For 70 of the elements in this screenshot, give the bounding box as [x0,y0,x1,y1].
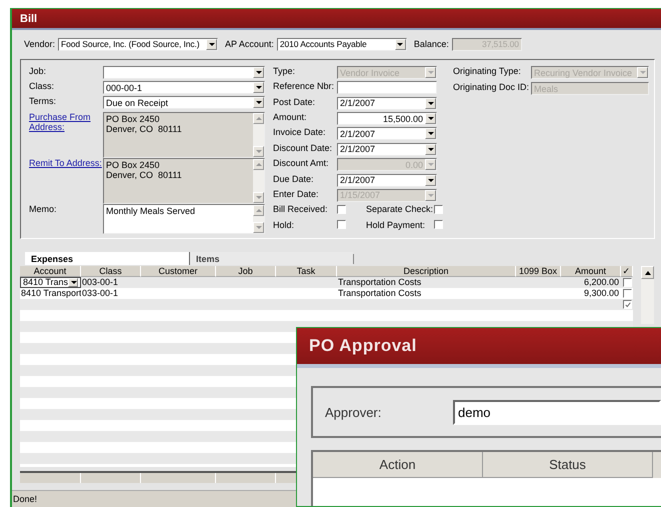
checkbox-label: Bill Received: [273,204,329,214]
field-label: Approver: [325,404,382,420]
dropdown-field[interactable] [103,66,265,79]
field-label: Originating Doc ID: [453,82,530,92]
memo-field[interactable]: Monthly Meals Served [103,204,265,234]
field-label: Enter Date: [273,188,320,199]
text-field[interactable] [337,81,437,94]
dropdown-button[interactable] [425,113,436,124]
tab[interactable]: Items [189,252,353,265]
tab[interactable]: Expenses [25,252,189,265]
field-label: Amount: [273,112,308,122]
dropdown-button[interactable] [425,98,436,109]
field-label: Originating Type: [453,66,522,76]
dropdown-button[interactable] [253,67,264,78]
field-label: Invoice Date: [273,127,327,138]
dialog-title: PO Approval [297,328,661,368]
dropdown-field[interactable]: 8410 Trans [20,277,81,288]
dropdown-button[interactable] [253,97,264,108]
checkbox[interactable] [434,220,443,230]
field-label: Reference Nbr: [273,81,336,92]
table-cell-text: 9,300.00 [582,288,620,299]
field-label: Balance: [414,39,449,49]
checkbox[interactable] [434,204,443,214]
dropdown-field[interactable]: Due on Receipt [103,96,265,110]
column-header[interactable]: Action [313,452,483,478]
field-label: Due Date: [273,174,315,184]
dropdown-field[interactable]: Food Source, Inc. (Food Source, Inc.) [58,38,218,50]
field-label: Discount Date: [273,142,334,153]
dropdown-field[interactable]: 2/1/2007 [337,174,437,187]
checkbox[interactable] [623,278,632,287]
field-label: Post Date: [273,96,316,107]
checkbox[interactable] [623,300,632,309]
field-label: Memo: [29,204,58,214]
dropdown-field[interactable]: 2/1/2007 [337,142,437,156]
table-cell-text: 033-00-1 [82,288,120,299]
dropdown-button[interactable] [253,82,264,94]
dropdown-field[interactable]: 15,500.00 [337,112,437,126]
dropdown-field[interactable]: 000-00-1 [103,81,265,94]
field-label: Job: [29,66,48,76]
dropdown-button[interactable] [206,38,218,50]
dropdown-field[interactable]: 2/1/2007 [337,96,437,110]
checkbox-label: Separate Check: [366,204,434,214]
dropdown-field[interactable]: 2/1/2007 [337,127,437,140]
table-cell-text: Transportation Costs [337,277,422,288]
scroll-up-button[interactable] [641,266,654,279]
checkbox[interactable] [623,289,632,298]
approver-field[interactable]: demo [453,400,661,424]
dropdown-button[interactable] [68,278,78,287]
field-label: AP Account: [225,39,274,49]
table-cell-text: 6,200.00 [582,277,620,288]
checkbox-label: Hold: [273,220,296,230]
checkbox-label: Hold Payment: [366,220,426,230]
dropdown-button[interactable] [425,174,436,186]
table-cell-text: 003-00-1 [81,277,120,288]
field-label: Type: [273,66,296,76]
dropdown-button[interactable] [394,38,406,50]
field-label: Class: [29,81,56,92]
column-header[interactable]: Status [483,452,653,478]
checkbox[interactable] [337,220,346,230]
dropdown-field[interactable]: 2010 Accounts Payable [276,38,407,50]
scroll-down-button[interactable] [253,222,264,233]
window-title: Bill [12,9,661,30]
field-label: Terms: [29,96,57,106]
vertical-scrollbar[interactable] [641,266,654,324]
dropdown-button[interactable] [425,144,436,155]
checkbox[interactable] [337,204,346,214]
field-label: Vendor: [24,39,56,49]
table-cell-text: Transportation Costs [337,288,422,299]
dropdown-button[interactable] [425,128,436,140]
field-label: Discount Amt: [273,158,330,168]
